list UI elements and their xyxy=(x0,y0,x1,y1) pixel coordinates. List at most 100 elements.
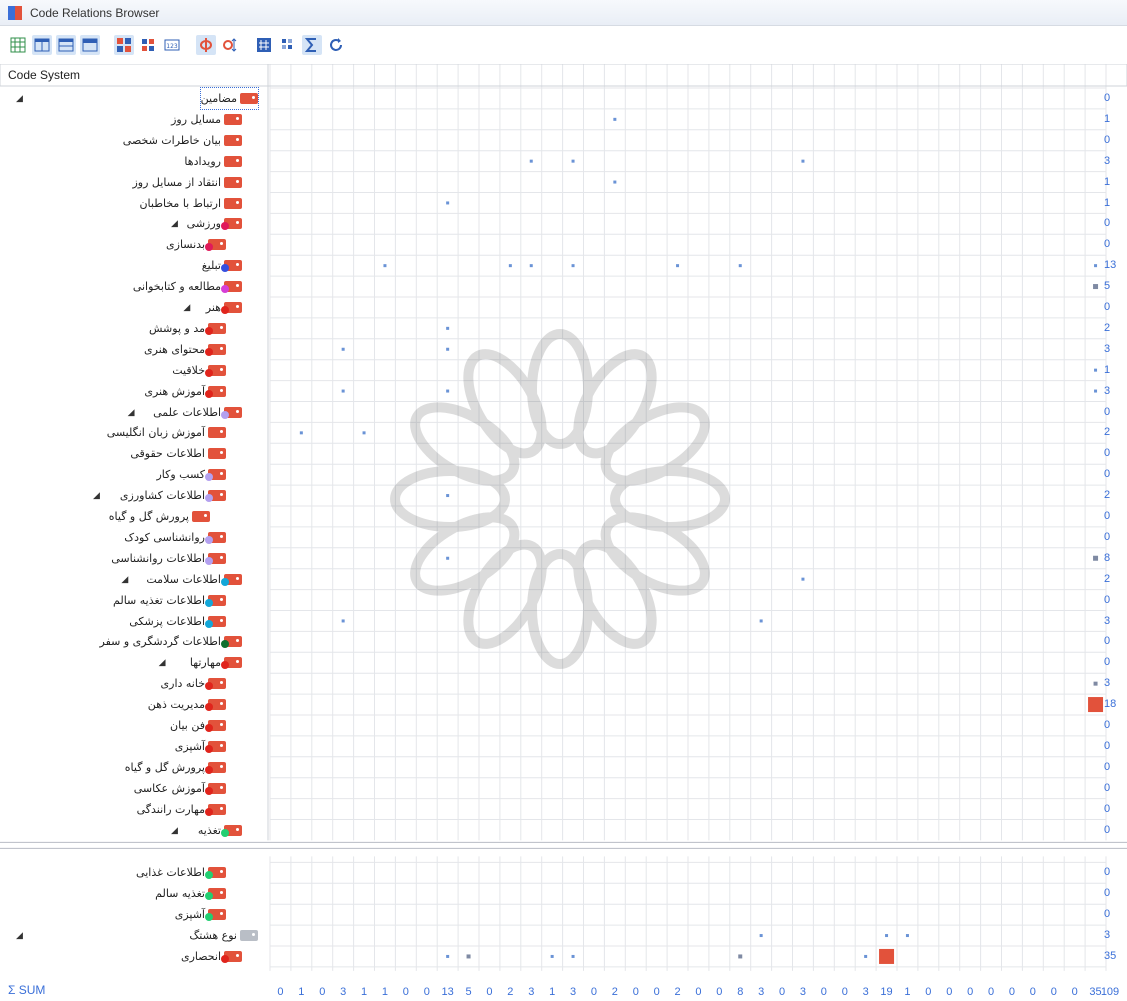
tree-row[interactable]: بیان خاطرات شخصی xyxy=(123,130,242,151)
relation-mark xyxy=(341,619,345,623)
expand-triangle-icon[interactable]: ◢ xyxy=(93,491,103,501)
code-tag-icon xyxy=(205,909,226,922)
tree-row[interactable]: انتقاد از مسایل روز xyxy=(132,172,242,193)
tree-row[interactable]: اطلاعات گردشگری و سفر xyxy=(100,631,242,652)
tree-row[interactable]: تغذیه سالم xyxy=(155,883,226,904)
tree-row[interactable]: محتوای هنری xyxy=(144,339,226,360)
sum-value: 0 xyxy=(277,986,284,998)
relation-mark xyxy=(529,264,533,268)
expand-triangle-icon[interactable]: ◢ xyxy=(16,94,26,104)
row-count: 1 xyxy=(1104,175,1111,188)
row-count: 0 xyxy=(1104,908,1111,921)
tree-row[interactable]: مد و پوشش xyxy=(149,318,226,339)
tree-row[interactable]: آشپزی xyxy=(175,736,226,757)
tree-row[interactable]: مهارتها xyxy=(190,652,242,673)
code-tag-icon xyxy=(205,322,226,335)
row-count: 0 xyxy=(1104,887,1111,900)
expand-triangle-icon[interactable]: ◢ xyxy=(128,408,138,418)
hash-button[interactable] xyxy=(254,35,274,55)
relation-mark xyxy=(529,159,533,163)
code-tag-icon xyxy=(205,888,226,901)
relation-mark xyxy=(446,556,450,560)
code-label: انتقاد از مسایل روز xyxy=(132,175,222,189)
tree-row[interactable]: اطلاعات علمی xyxy=(153,402,242,423)
sum-row: Σ SUM 0 1 0 3 1 1 0 0 13 5 0 2 3 1 3 0 2 0 0 2 0 0 8 3 0 3 0 0 3 19 1 0… xyxy=(0,983,1127,1001)
expand-triangle-icon[interactable]: ◢ xyxy=(171,826,181,836)
code-tag-icon xyxy=(205,678,226,691)
code-tag-icon xyxy=(221,406,242,419)
tree-row[interactable]: فن بیان xyxy=(170,715,226,736)
tree-row[interactable]: اطلاعات روانشناسی xyxy=(111,548,226,569)
tree-row[interactable]: اطلاعات حقوقی xyxy=(130,443,226,464)
tree-row[interactable]: مدیریت ذهن xyxy=(148,694,226,715)
code-color-dot xyxy=(205,389,213,398)
expand-triangle-icon[interactable]: ◢ xyxy=(159,658,169,668)
row-count: 0 xyxy=(1104,405,1111,418)
expand-triangle-icon[interactable]: ◢ xyxy=(16,931,26,941)
tree-row[interactable]: تغذیه xyxy=(198,820,242,841)
tree-row[interactable]: آموزش هنری xyxy=(144,381,226,402)
tree-row[interactable]: اطلاعات پزشکی xyxy=(129,611,226,632)
code-color-dot xyxy=(205,473,213,482)
tree-row[interactable]: ارتباط با مخاطبان xyxy=(139,193,242,214)
tree-row[interactable]: آشپزی xyxy=(175,904,226,925)
tree-row[interactable]: اطلاعات کشاورزی xyxy=(120,485,226,506)
code-label: آشپزی xyxy=(174,739,205,753)
code-color-dot xyxy=(205,871,213,880)
relation-mark xyxy=(1093,681,1098,686)
tree-row[interactable]: مسایل روز xyxy=(171,109,242,130)
code-tag-icon xyxy=(221,824,242,837)
code-tag-icon xyxy=(205,699,226,712)
sum-label-text: SUM xyxy=(18,983,46,997)
sum-label: Σ SUM xyxy=(8,983,45,997)
tree-row[interactable]: آموزش عکاسی xyxy=(134,778,226,799)
refresh-button[interactable] xyxy=(326,35,346,55)
svg-text:123: 123 xyxy=(166,43,178,50)
row-count: 2 xyxy=(1104,572,1111,585)
squares-button[interactable] xyxy=(114,35,134,55)
grid-view-button[interactable] xyxy=(8,35,28,55)
code-tag-icon xyxy=(221,302,242,314)
tree-row[interactable]: پرورش گل و گیاه xyxy=(109,506,210,527)
tree-row[interactable]: کسب وکار xyxy=(156,464,226,485)
expand-triangle-icon[interactable]: ◢ xyxy=(121,575,131,585)
tree-row[interactable]: بدنسازی xyxy=(166,234,226,255)
expand-triangle-icon[interactable]: ◢ xyxy=(171,219,181,229)
tree-row[interactable]: رویدادها xyxy=(184,151,242,172)
relations-button[interactable] xyxy=(196,35,216,55)
sum-value: 3 xyxy=(528,986,535,998)
sum-value: 8 xyxy=(737,986,744,998)
expand-triangle-icon[interactable]: ◢ xyxy=(183,303,193,313)
code-color-dot xyxy=(205,494,213,503)
relation-mark xyxy=(571,264,575,268)
sum-value: 19 xyxy=(880,986,893,998)
layout-rows-button[interactable] xyxy=(56,35,76,55)
code-color-dot xyxy=(205,786,213,795)
layout-panel-button[interactable] xyxy=(80,35,100,55)
row-count: 0 xyxy=(1104,719,1111,731)
tree-row[interactable]: آموزش زبان انگلیسی xyxy=(107,422,226,443)
tree-row[interactable]: روانشناسی کودک xyxy=(124,527,226,548)
code-label: اطلاعات علمی xyxy=(153,405,221,419)
tree-row[interactable]: اطلاعات سلامت xyxy=(146,569,242,590)
tree-row[interactable]: ورزشی xyxy=(187,213,242,234)
tree-row[interactable]: اطلاعات تغذیه سالم xyxy=(113,590,226,611)
tree-row[interactable]: اطلاعات غذایی xyxy=(136,862,226,883)
tree-row[interactable]: نوع هشتگ xyxy=(189,925,258,946)
tree-row[interactable]: خانه داری xyxy=(161,673,226,694)
tree-row[interactable]: مضامین xyxy=(199,87,260,110)
tiles-button[interactable] xyxy=(278,35,298,55)
relations-sort-button[interactable] xyxy=(220,35,240,55)
tree-row[interactable]: خلاقیت xyxy=(172,360,226,381)
sum-button[interactable] xyxy=(302,35,322,55)
squares-alt-button[interactable] xyxy=(138,35,158,55)
numbers-123-button[interactable]: 123 xyxy=(162,35,182,55)
tree-row[interactable]: هنر xyxy=(206,297,242,318)
layout-columns-button[interactable] xyxy=(32,35,52,55)
tree-row[interactable]: انحصاری xyxy=(181,946,242,967)
tree-row[interactable]: مهارت رانندگی xyxy=(137,799,226,820)
tree-row[interactable]: تبلیغ xyxy=(202,255,242,276)
tree-row[interactable]: پرورش گل و گیاه xyxy=(125,757,226,778)
tree-row[interactable]: مطالعه و کتابخوانی xyxy=(133,276,242,297)
sum-value: 1 xyxy=(549,986,556,998)
